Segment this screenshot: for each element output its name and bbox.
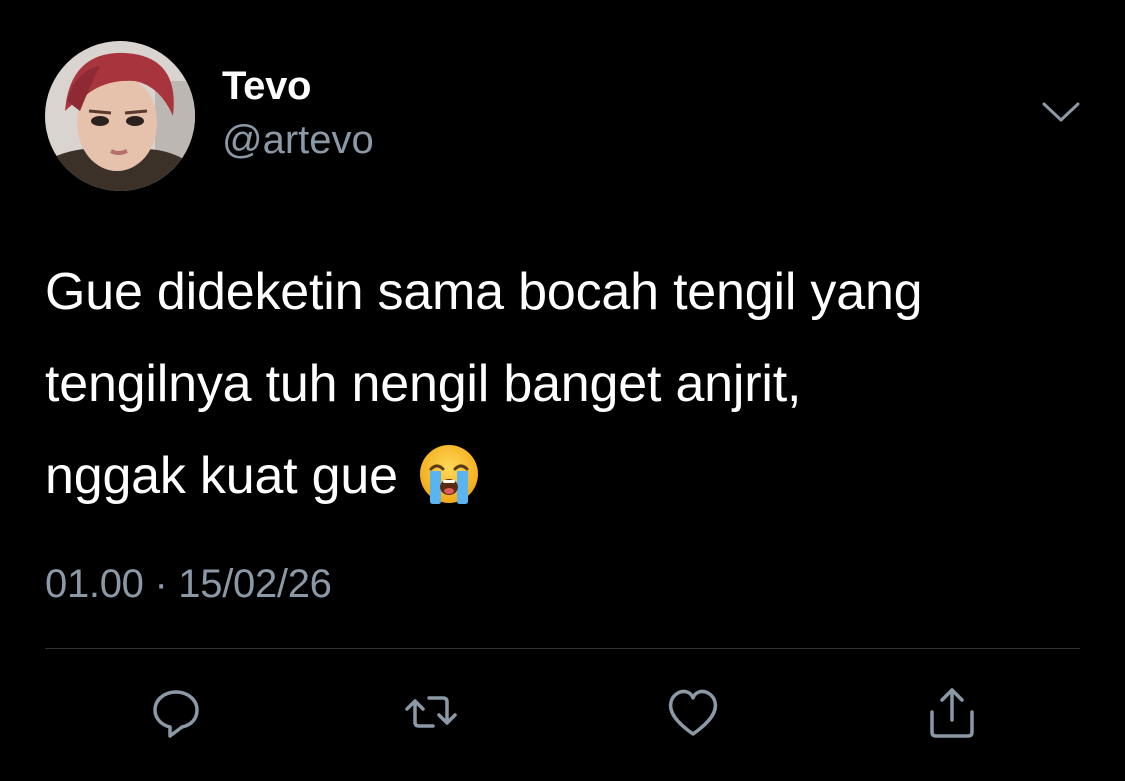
tweet-text: Gue dideketin sama bocah tengil yang ten… <box>45 246 1105 522</box>
reply-button[interactable] <box>146 682 206 742</box>
author-display-name[interactable]: Tevo <box>222 64 312 109</box>
retweet-button[interactable] <box>401 682 461 742</box>
tweet-line-last: nggak kuat gue <box>45 430 1105 522</box>
chevron-down-icon[interactable] <box>1040 96 1082 126</box>
profile-photo <box>45 41 195 191</box>
tweet-date: 15/02/26 <box>178 562 332 606</box>
author-handle[interactable]: @artevo <box>222 118 374 163</box>
tweet-line: Gue dideketin sama bocah tengil yang <box>45 263 923 321</box>
tweet-timestamp: 01.00 · 15/02/26 <box>45 562 332 607</box>
share-icon <box>930 688 974 738</box>
tweet-time: 01.00 <box>45 562 144 606</box>
retweet-icon <box>405 696 457 728</box>
avatar[interactable] <box>45 41 195 191</box>
heart-icon <box>668 689 718 736</box>
tweet-line-text: nggak kuat gue <box>45 447 398 505</box>
reply-icon <box>153 690 199 738</box>
loudly-crying-face-icon <box>418 442 480 504</box>
divider <box>45 648 1080 649</box>
meta-separator: · <box>154 562 168 606</box>
share-button[interactable] <box>922 682 982 742</box>
tweet-line: tengilnya tuh nengil banget anjrit, <box>45 355 802 413</box>
like-button[interactable] <box>663 682 723 742</box>
